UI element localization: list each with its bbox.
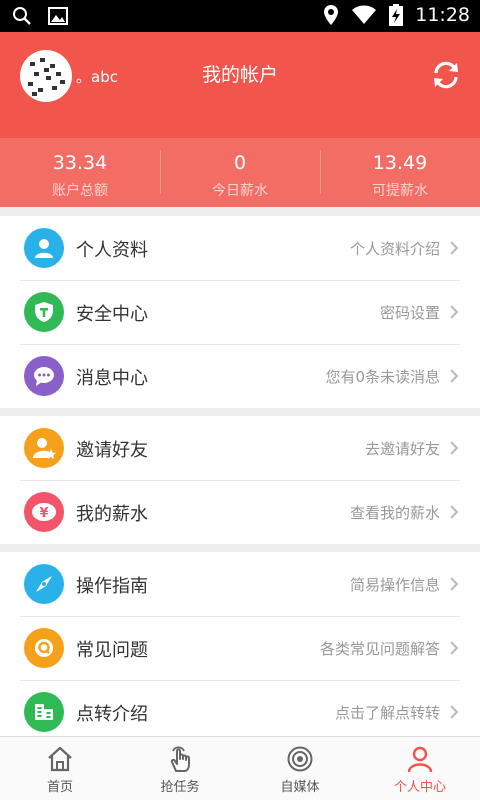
- menu-item-hint: 查看我的薪水: [349, 504, 440, 522]
- menu-item-guide[interactable]: 操作指南 简易操作信息: [0, 552, 480, 616]
- image-icon: [48, 7, 68, 25]
- chevron-right-icon: [450, 577, 459, 591]
- stat-value: 13.49: [372, 152, 428, 174]
- question-icon: [24, 628, 64, 668]
- stat-label: 可提薪水: [372, 183, 428, 199]
- tab-label: 自媒体: [280, 780, 320, 795]
- person-icon: [24, 228, 64, 268]
- tab-profile[interactable]: 个人中心: [360, 737, 480, 800]
- menu-item-label: 个人资料: [76, 240, 148, 261]
- account-stats: 33.34 账户总额 0 今日薪水 13.49 可提薪水: [0, 138, 480, 207]
- tab-media[interactable]: 自媒体: [240, 737, 360, 800]
- tab-home[interactable]: 首页: [0, 737, 120, 800]
- clock: 11:28: [415, 4, 470, 26]
- menu-item-hint: 个人资料介绍: [349, 240, 440, 258]
- refresh-icon[interactable]: [430, 59, 462, 91]
- invite-friend-icon: [24, 428, 64, 468]
- menu-item-salary[interactable]: ¥ 我的薪水 查看我的薪水: [0, 480, 480, 544]
- menu-item-security[interactable]: 安全中心 密码设置: [0, 280, 480, 344]
- menu-item-label: 邀请好友: [76, 440, 148, 461]
- stat-total[interactable]: 33.34 账户总额: [0, 138, 160, 207]
- menu-group-help: 操作指南 简易操作信息 常见问题 各类常见问题解答 点转介绍 点击了解点转转: [0, 552, 480, 744]
- tab-label: 抢任务: [160, 780, 200, 795]
- chevron-right-icon: [450, 505, 459, 519]
- stat-withdrawable[interactable]: 13.49 可提薪水: [320, 138, 480, 207]
- menu-item-hint: 您有0条未读消息: [325, 368, 440, 386]
- stat-label: 账户总额: [52, 183, 108, 199]
- search-icon: [13, 7, 31, 25]
- menu-item-hint: 各类常见问题解答: [319, 640, 440, 658]
- chevron-right-icon: [450, 705, 459, 719]
- menu-item-label: 安全中心: [76, 304, 148, 325]
- chevron-right-icon: [450, 369, 459, 383]
- stat-value: 0: [233, 152, 247, 174]
- stat-today[interactable]: 0 今日薪水: [160, 138, 320, 207]
- battery-icon: [389, 4, 404, 26]
- menu-item-profile[interactable]: 个人资料 个人资料介绍: [0, 216, 480, 280]
- location-icon: [324, 5, 339, 25]
- chevron-right-icon: [450, 241, 459, 255]
- menu-group-income: 邀请好友 去邀请好友 ¥ 我的薪水 查看我的薪水: [0, 416, 480, 544]
- menu-item-label: 我的薪水: [76, 504, 148, 525]
- menu-item-invite[interactable]: 邀请好友 去邀请好友: [0, 416, 480, 480]
- menu-item-messages[interactable]: 消息中心 您有0条未读消息: [0, 344, 480, 408]
- bottom-nav: 首页 抢任务 自媒体 个人中心: [0, 736, 480, 800]
- wifi-icon: [352, 5, 377, 24]
- stat-label: 今日薪水: [212, 183, 268, 199]
- menu-item-hint: 点击了解点转转: [334, 704, 440, 722]
- menu-item-label: 点转介绍: [76, 704, 148, 725]
- tab-label: 首页: [46, 780, 73, 795]
- tab-tasks[interactable]: 抢任务: [120, 737, 240, 800]
- menu-item-hint: 密码设置: [379, 304, 440, 322]
- menu-item-hint: 去邀请好友: [364, 440, 440, 458]
- home-icon: [48, 746, 72, 772]
- shield-icon: [24, 292, 64, 332]
- account-header: 。abc 我的帐户: [0, 32, 480, 138]
- menu-item-label: 常见问题: [76, 640, 148, 661]
- status-bar: 11:28: [0, 0, 480, 32]
- message-icon: [24, 356, 64, 396]
- menu-item-hint: 简易操作信息: [349, 576, 440, 594]
- menu-item-label: 操作指南: [76, 576, 148, 597]
- menu-item-about[interactable]: 点转介绍 点击了解点转转: [0, 680, 480, 744]
- menu-item-faq[interactable]: 常见问题 各类常见问题解答: [0, 616, 480, 680]
- user-icon: [407, 746, 433, 773]
- tab-label: 个人中心: [393, 780, 446, 795]
- tap-hand-icon: [170, 746, 190, 772]
- menu-item-label: 消息中心: [76, 368, 148, 389]
- menu-group-profile: 个人资料 个人资料介绍 安全中心 密码设置 消息中心 您有0条未读消息: [0, 216, 480, 408]
- chevron-right-icon: [450, 641, 459, 655]
- target-icon: [287, 746, 313, 772]
- chevron-right-icon: [450, 441, 459, 455]
- page-title: 我的帐户: [201, 64, 278, 86]
- yen-icon: ¥: [24, 492, 64, 532]
- compass-icon: [24, 564, 64, 604]
- svg-text:¥: ¥: [39, 506, 48, 521]
- chevron-right-icon: [450, 305, 459, 319]
- stat-value: 33.34: [52, 152, 108, 174]
- info-card-icon: [24, 692, 64, 732]
